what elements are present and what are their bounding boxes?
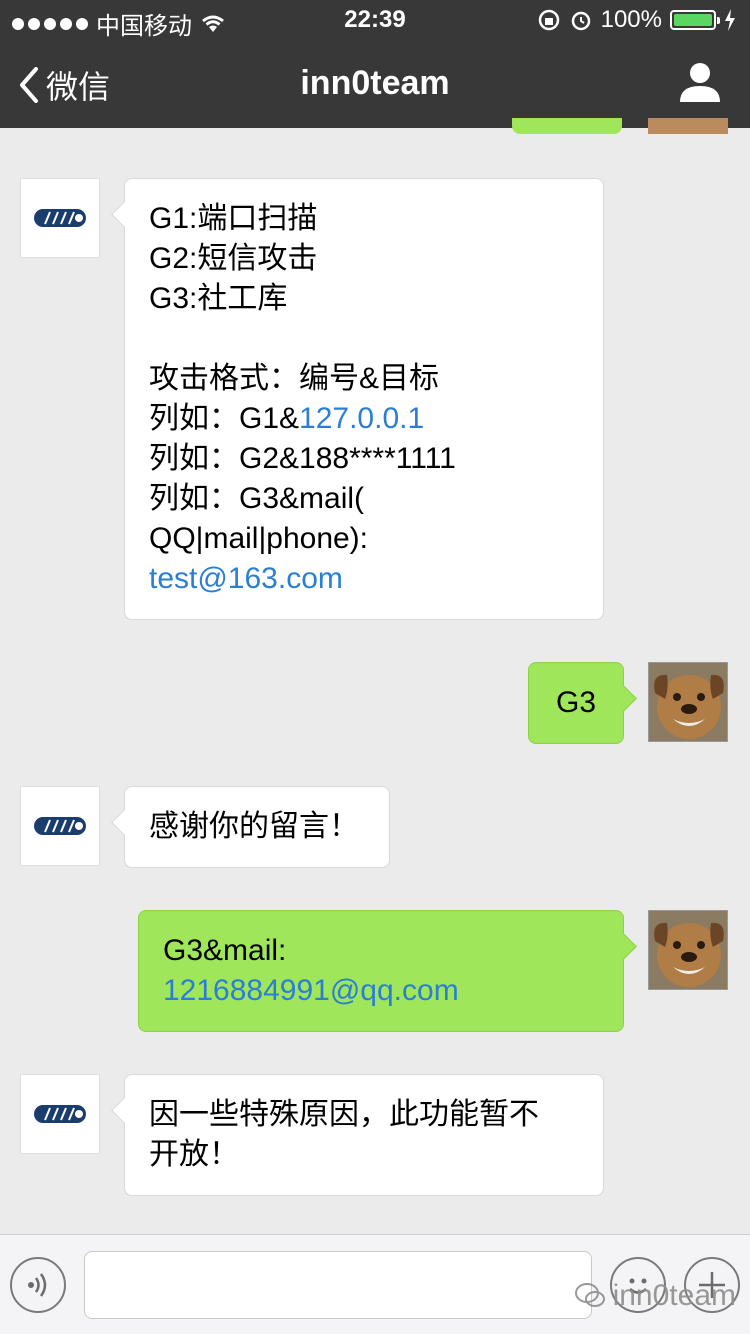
previous-avatar-partial <box>648 118 728 134</box>
example-line: 列如：G2&188****1111 <box>149 442 456 475</box>
message-bubble-thanks[interactable]: 感谢你的留言！ <box>124 786 390 868</box>
message-text: 开放！ <box>149 1138 239 1171</box>
logo-icon <box>34 817 86 835</box>
message-bubble-notice[interactable]: 因一些特殊原因，此功能暂不 开放！ <box>124 1074 604 1196</box>
logo-icon <box>34 1105 86 1123</box>
ip-link[interactable]: 127.0.0.1 <box>299 402 424 435</box>
message-text: 因一些特殊原因，此功能暂不 <box>149 1098 539 1131</box>
dog-photo <box>649 663 727 741</box>
example-line: QQ|mail|phone): <box>149 522 369 555</box>
example-line: 列如：G1&127.0.0.1 <box>149 399 579 439</box>
voice-icon <box>28 1273 47 1297</box>
example-line: 列如：G3&mail( <box>149 482 365 515</box>
bot-avatar[interactable] <box>20 178 100 258</box>
user-avatar[interactable] <box>648 662 728 742</box>
message-input[interactable] <box>84 1251 592 1319</box>
bot-avatar[interactable] <box>20 1074 100 1154</box>
user-avatar[interactable] <box>648 910 728 990</box>
menu-line: 攻击格式：编号&目标 <box>149 362 440 395</box>
menu-line: G2:短信攻击 <box>149 242 318 275</box>
voice-button[interactable] <box>10 1257 66 1313</box>
person-icon[interactable] <box>678 60 722 104</box>
message-bubble-g3[interactable]: G3 <box>528 662 624 744</box>
message-bubble-menu[interactable]: G1:端口扫描 G2:短信攻击 G3:社工库 攻击格式：编号&目标 列如：G1&… <box>124 178 604 620</box>
logo-icon <box>34 209 86 227</box>
status-bar: 中国移动 22:39 100% <box>0 0 750 40</box>
input-bar: inn0team <box>0 1234 750 1334</box>
nav-bar: 微信 inn0team <box>0 40 750 128</box>
status-right: 100% <box>537 6 736 34</box>
bot-avatar[interactable] <box>20 786 100 866</box>
battery-percent: 100% <box>600 6 662 33</box>
top-bar: 中国移动 22:39 100% 微信 inn0team <box>0 0 750 128</box>
battery-icon <box>670 10 720 30</box>
menu-line-blank <box>149 319 579 359</box>
watermark: inn0team <box>574 1279 736 1313</box>
message-text: 感谢你的留言！ <box>149 810 359 843</box>
alarm-icon <box>571 11 590 31</box>
wechat-logo-icon <box>574 1283 605 1307</box>
qq-email-link[interactable]: 1216884991@qq.com <box>163 971 599 1011</box>
message-text: G3 <box>555 686 597 719</box>
email-link[interactable]: test@163.com <box>149 559 579 599</box>
charging-icon <box>725 9 735 31</box>
previous-bubble-partial <box>512 118 622 134</box>
dog-photo <box>649 911 727 989</box>
menu-line: G3:社工库 <box>149 282 288 315</box>
message-bubble-mail[interactable]: G3&mail: 1216884991@qq.com <box>138 910 624 1032</box>
watermark-text: inn0team <box>612 1279 736 1312</box>
message-text: G3&mail: <box>163 934 287 967</box>
example-text: 列如：G1& <box>149 402 300 435</box>
rotation-lock-icon <box>538 9 559 31</box>
menu-line: G1:端口扫描 <box>149 202 318 235</box>
chat-title: inn0team <box>300 64 450 102</box>
